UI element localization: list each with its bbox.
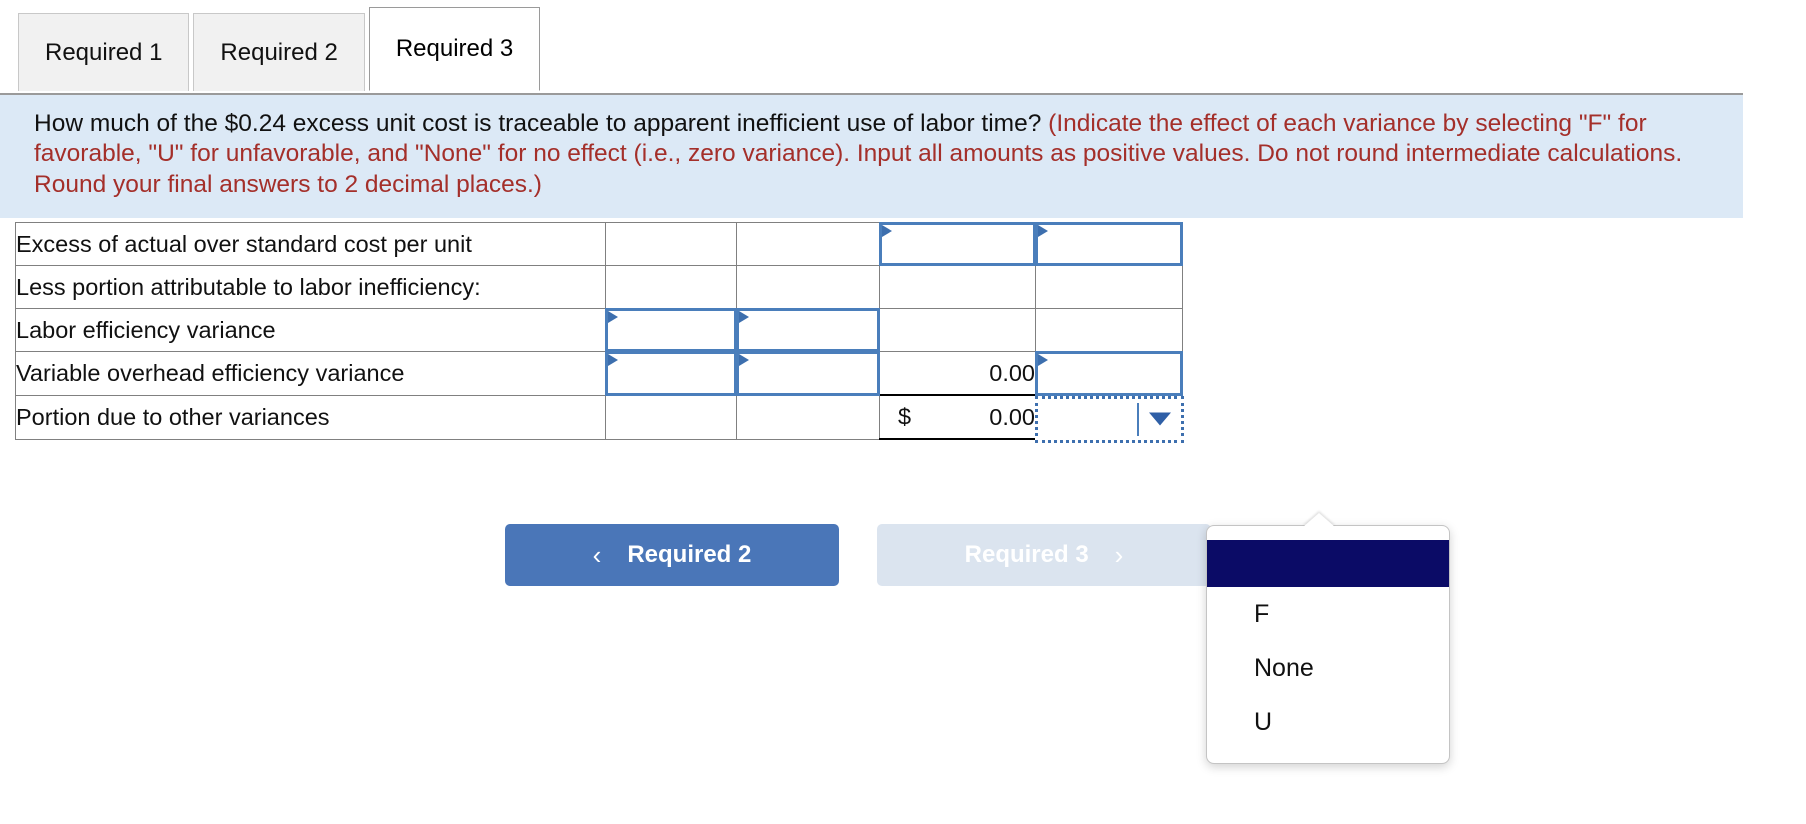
cell-select[interactable] (1035, 394, 1184, 443)
tab-label: Required 3 (395, 35, 514, 62)
tab-required-1[interactable]: Required 1 (18, 13, 190, 91)
select-separator (1137, 402, 1139, 436)
row-label: Variable overhead efficiency variance (15, 351, 606, 396)
tab-label: Required 2 (220, 38, 338, 66)
cell-input[interactable] (605, 351, 737, 396)
next-button-label: Required 3 (964, 541, 1089, 568)
cell-input[interactable] (736, 308, 880, 352)
chevron-right-icon: › (1114, 540, 1124, 570)
variance-table: Excess of actual over standard cost per … (15, 222, 1184, 443)
variance-effect-dropdown[interactable]: F None U (1206, 513, 1450, 764)
row-label: Excess of actual over standard cost per … (15, 222, 606, 266)
amount-input[interactable] (736, 308, 880, 352)
row-label: Less portion attributable to labor ineff… (15, 265, 606, 309)
dropdown-option-blank[interactable] (1207, 540, 1449, 587)
chevron-left-icon: ‹ (592, 540, 602, 570)
cell-empty (1035, 308, 1183, 352)
amount-input[interactable] (605, 308, 737, 352)
dropdown-caret-nub (1303, 513, 1335, 527)
cell-empty (736, 394, 880, 440)
cell-empty (605, 394, 737, 440)
table-row: Portion due to other variances $ 0.00 (15, 394, 1184, 443)
next-required-button: Required 3 › (877, 524, 1211, 586)
row-label: Portion due to other variances (15, 394, 606, 440)
row-label: Labor efficiency variance (15, 308, 606, 352)
amount-input[interactable] (736, 351, 880, 396)
amount-input[interactable] (1035, 222, 1183, 266)
cell-input[interactable] (1035, 351, 1183, 396)
cell-empty (736, 222, 880, 266)
cell-input[interactable] (1035, 222, 1183, 266)
dropdown-option-u[interactable]: U (1207, 695, 1449, 749)
question-text: How much of the $0.24 excess unit cost i… (34, 110, 1042, 137)
prev-required-button[interactable]: ‹ Required 2 (505, 524, 839, 586)
variance-effect-select[interactable] (1035, 395, 1184, 443)
dropdown-option-f[interactable]: F (1207, 587, 1449, 641)
cell-input[interactable] (736, 351, 880, 396)
computed-amount: 0.00 (879, 351, 1036, 396)
cell-empty (605, 265, 737, 309)
cell-input[interactable] (879, 222, 1036, 266)
table-row: Excess of actual over standard cost per … (15, 222, 1183, 266)
amount-input[interactable] (1035, 351, 1183, 396)
prev-button-label: Required 2 (627, 541, 752, 568)
question-banner: How much of the $0.24 excess unit cost i… (0, 95, 1743, 219)
table-row: Variable overhead efficiency variance 0.… (15, 351, 1183, 396)
currency-symbol: $ (898, 403, 912, 430)
table-row: Less portion attributable to labor ineff… (15, 265, 1183, 309)
cell-empty (879, 265, 1036, 309)
tab-required-3[interactable]: Required 3 (368, 7, 541, 91)
amount-input[interactable] (605, 351, 737, 396)
cell-empty (879, 308, 1036, 352)
table-row: Labor efficiency variance (15, 308, 1183, 352)
nav-button-group: ‹ Required 2 Required 3 › (505, 524, 1211, 586)
total-amount-cell: $ 0.00 (879, 394, 1036, 440)
cell-empty (736, 265, 880, 309)
tab-bar: Required 1 Required 2 Required 3 (18, 7, 544, 91)
chevron-down-icon[interactable] (1149, 412, 1171, 426)
cell-input[interactable] (605, 308, 737, 352)
tab-label: Required 1 (45, 38, 163, 66)
dropdown-option-none[interactable]: None (1207, 641, 1449, 695)
tabs-underline (0, 93, 1743, 95)
tab-required-2[interactable]: Required 2 (193, 13, 365, 91)
amount-input[interactable] (879, 222, 1036, 266)
cell-empty (1035, 265, 1183, 309)
cell-empty (605, 222, 737, 266)
